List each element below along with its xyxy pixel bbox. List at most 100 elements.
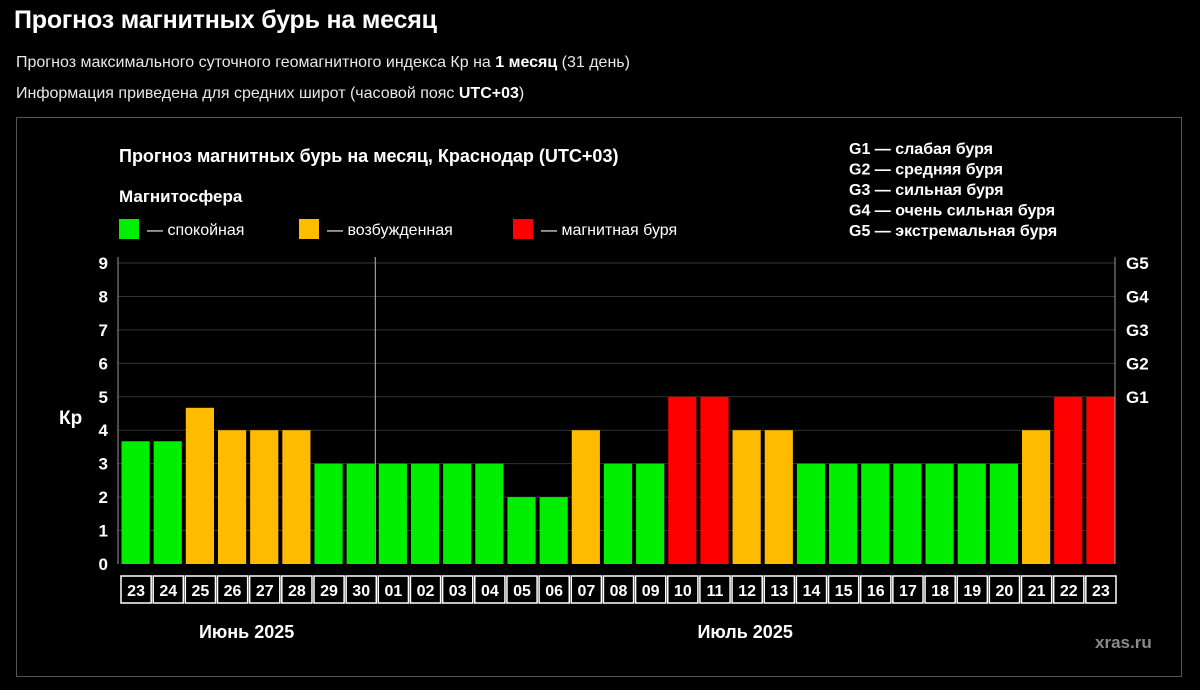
- y-tick-label: 6: [99, 354, 108, 373]
- bar-calm: [507, 497, 536, 564]
- bar-calm: [829, 463, 858, 564]
- bar-storm: [1054, 396, 1083, 564]
- x-tick-label: 26: [224, 583, 242, 600]
- right-axis-label: G4: [1126, 287, 1149, 306]
- bar-calm: [636, 463, 665, 564]
- x-tick-label: 15: [835, 583, 853, 600]
- x-tick-label: 20: [996, 583, 1014, 600]
- bar-storm: [700, 396, 729, 564]
- bar-calm: [957, 463, 986, 564]
- y-tick-label: 0: [99, 555, 108, 574]
- x-tick-label: 21: [1028, 583, 1046, 600]
- x-tick-label: 09: [642, 583, 660, 600]
- storm-legend-item: G2 — средняя буря: [849, 162, 1003, 179]
- bar-excited: [571, 430, 600, 564]
- bar-excited: [282, 430, 311, 564]
- y-tick-label: 4: [99, 421, 109, 440]
- right-axis-label: G1: [1126, 388, 1149, 407]
- bar-calm: [796, 463, 826, 564]
- x-tick-label: 18: [931, 583, 949, 600]
- bar-excited: [185, 407, 214, 564]
- bar-storm: [668, 396, 697, 564]
- bar-calm: [925, 463, 954, 564]
- x-tick-label: 07: [577, 583, 595, 600]
- legend-label-storm: — магнитная буря: [541, 222, 677, 239]
- plot-area: 0123456789G1G2G3G4G523 24 25 26 27 28 29 30 01 02…: [99, 254, 1150, 642]
- x-tick-label: 14: [803, 583, 821, 600]
- subtitle-timezone: Информация приведена для средних широт (…: [16, 85, 525, 102]
- right-axis-label: G3: [1126, 321, 1149, 340]
- y-tick-label: 5: [99, 388, 108, 407]
- x-tick-label: 17: [899, 583, 917, 600]
- x-tick-label: 08: [610, 583, 628, 600]
- x-tick-label: 22: [1060, 583, 1078, 600]
- bar-excited: [764, 430, 793, 564]
- month-label: Июль 2025: [697, 622, 792, 642]
- x-tick-label: 10: [674, 583, 692, 600]
- x-tick-label: 24: [159, 583, 177, 600]
- x-tick-label: 23: [127, 583, 145, 600]
- legend-title: Магнитосфера: [119, 187, 243, 206]
- bar-calm: [893, 463, 922, 564]
- legend: — спокойная — возбужденная — магнитная бур…: [119, 219, 677, 239]
- bar-calm: [346, 463, 375, 564]
- bar-excited: [1022, 430, 1051, 564]
- month-label: Июнь 2025: [199, 622, 294, 642]
- legend-swatch-calm: [119, 219, 139, 239]
- x-tick-label: 28: [288, 583, 306, 600]
- bar-excited: [732, 430, 761, 564]
- bar-calm: [475, 463, 504, 564]
- subtitle-period: Прогноз максимального суточного геомагни…: [16, 54, 630, 71]
- x-tick-label: 12: [738, 583, 756, 600]
- page-title: Прогноз магнитных бурь на месяц: [14, 6, 437, 34]
- x-tick-label: 11: [707, 583, 724, 600]
- bar-calm: [861, 463, 890, 564]
- bar-calm: [153, 441, 182, 564]
- x-tick-label: 01: [384, 583, 402, 600]
- x-tick-label: 04: [481, 583, 499, 600]
- x-tick-label: 23: [1092, 583, 1110, 600]
- x-tick-label: 16: [867, 583, 885, 600]
- storm-legend-item: G5 — экстремальная буря: [849, 223, 1057, 240]
- y-tick-label: 9: [99, 254, 108, 273]
- x-tick-label: 13: [770, 583, 788, 600]
- bar-calm: [378, 463, 407, 564]
- x-tick-label: 30: [352, 583, 370, 600]
- y-axis-label: Кр: [59, 408, 82, 429]
- bar-excited: [250, 430, 279, 564]
- storm-legend-item: G4 — очень сильная буря: [849, 203, 1055, 220]
- chart-panel: Прогноз магнитных бурь на месяц, Краснод…: [16, 117, 1182, 677]
- legend-swatch-excited: [299, 219, 319, 239]
- x-tick-label: 03: [449, 583, 467, 600]
- x-tick-label: 29: [320, 583, 338, 600]
- bar-calm: [539, 497, 568, 564]
- bar-calm: [410, 463, 440, 564]
- bar-calm: [443, 463, 472, 564]
- bar-excited: [217, 430, 247, 564]
- y-tick-label: 3: [99, 455, 108, 474]
- legend-label-excited: — возбужденная: [327, 222, 453, 239]
- kp-bar-chart: Прогноз магнитных бурь на месяц, Краснод…: [59, 141, 1152, 652]
- storm-legend-item: G1 — слабая буря: [849, 141, 993, 158]
- bar-storm: [1086, 396, 1115, 564]
- y-tick-label: 2: [99, 488, 108, 507]
- storm-legend-item: G3 — сильная буря: [849, 182, 1004, 199]
- x-tick-label: 05: [513, 583, 531, 600]
- x-tick-label: 19: [963, 583, 981, 600]
- chart-title: Прогноз магнитных бурь на месяц, Краснод…: [119, 146, 618, 166]
- legend-swatch-storm: [513, 219, 533, 239]
- x-tick-label: 02: [417, 583, 435, 600]
- right-axis-label: G2: [1126, 354, 1149, 373]
- y-tick-label: 1: [99, 522, 108, 541]
- bar-calm: [603, 463, 633, 564]
- y-tick-label: 8: [99, 287, 108, 306]
- legend-label-calm: — спокойная: [147, 222, 244, 239]
- bar-calm: [121, 441, 150, 564]
- watermark: xras.ru: [1095, 633, 1152, 652]
- right-axis-label: G5: [1126, 254, 1149, 273]
- x-tick-label: 27: [256, 583, 274, 600]
- y-tick-label: 7: [99, 321, 108, 340]
- bar-calm: [989, 463, 1019, 564]
- bar-calm: [314, 463, 343, 564]
- x-tick-label: 06: [545, 583, 563, 600]
